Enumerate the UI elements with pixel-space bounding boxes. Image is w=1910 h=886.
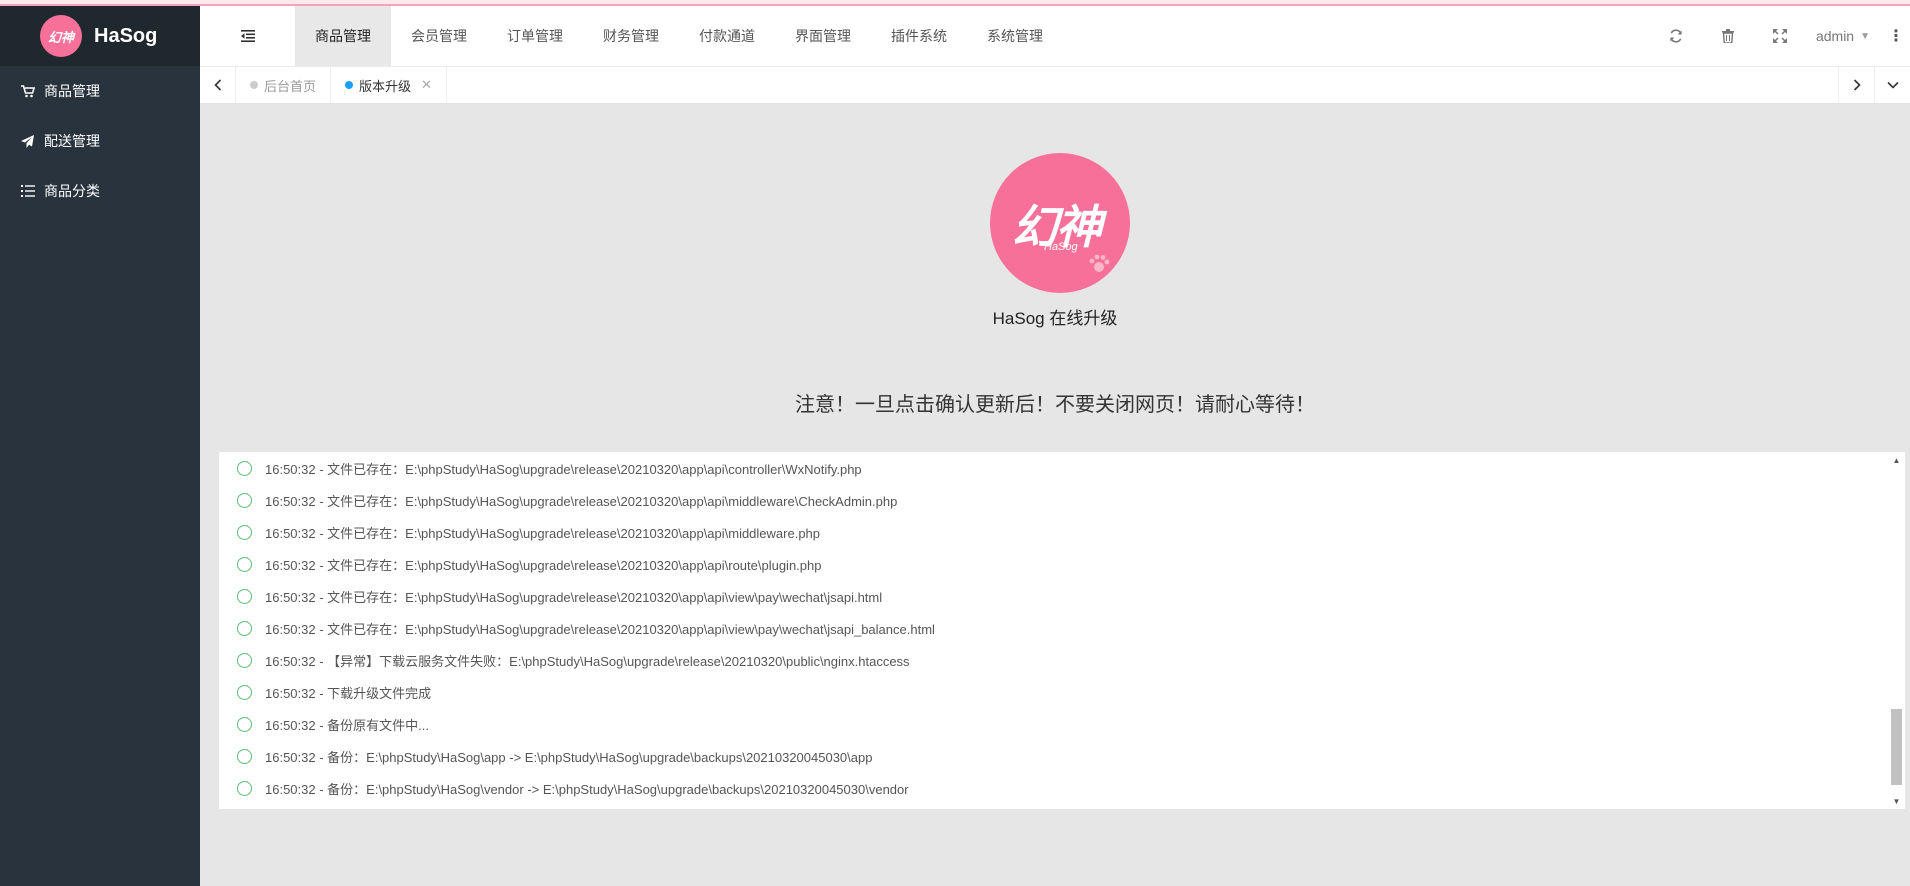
tab-label: 后台首页: [264, 78, 317, 94]
log-text: 16:50:32 - 文件已存在：E:\phpStudy\HaSog\upgra…: [265, 621, 935, 637]
trash-icon[interactable]: [1702, 6, 1754, 66]
log-text: 16:50:32 - 文件已存在：E:\phpStudy\HaSog\upgra…: [265, 525, 821, 541]
list-icon: [20, 185, 36, 197]
log-item: 16:50:32 - 文件已存在：E:\phpStudy\HaSog\upgra…: [219, 452, 1879, 484]
fullscreen-icon[interactable]: [1754, 6, 1806, 66]
nav-item-plugins[interactable]: 插件系统: [871, 6, 967, 66]
log-item: 16:50:32 - 文件已存在：E:\phpStudy\HaSog\upgra…: [219, 612, 1879, 644]
nav-item-interface[interactable]: 界面管理: [775, 6, 871, 66]
page-title: HaSog 在线升级: [992, 309, 1118, 328]
timeline-circle-icon: [237, 492, 252, 508]
sidebar-item-label: 商品管理: [44, 83, 100, 99]
refresh-icon[interactable]: [1650, 6, 1702, 66]
tab-bar-right: [1838, 67, 1910, 103]
log-item: 16:50:32 - 【异常】下载云服务文件失败：E:\phpStudy\HaS…: [219, 644, 1879, 676]
timeline-circle-icon: [237, 652, 252, 668]
sidebar-item-label: 配送管理: [44, 133, 100, 149]
log-item: 16:50:32 - 备份：E:\phpStudy\HaSog\app -> E…: [219, 740, 1879, 772]
tab-dot: [250, 81, 258, 89]
nav-item-orders[interactable]: 订单管理: [487, 6, 583, 66]
log-text: 16:50:32 - 下载升级文件完成: [265, 685, 432, 701]
tabs-menu-chevron-down-icon[interactable]: [1874, 67, 1910, 103]
upgrade-log-panel[interactable]: 16:50:32 - 文件已存在：E:\phpStudy\HaSog\upgra…: [219, 452, 1905, 809]
nav-item-payment[interactable]: 付款通道: [679, 6, 775, 66]
scroll-down-arrow-icon[interactable]: ▼: [1888, 793, 1905, 809]
sidebar-toggle-icon[interactable]: [200, 6, 295, 66]
nav-item-system[interactable]: 系统管理: [967, 6, 1063, 66]
log-item: 16:50:32 - 备份原有文件中...: [219, 708, 1879, 740]
timeline-circle-icon: [237, 524, 252, 540]
tab-upgrade[interactable]: 版本升级 ✕: [331, 67, 447, 103]
log-text: 16:50:32 - 文件已存在：E:\phpStudy\HaSog\upgra…: [265, 493, 898, 509]
log-item: 16:50:32 - 备份：E:\phpStudy\HaSog\vendor -…: [219, 772, 1879, 804]
brand[interactable]: 幻神 HaSog: [0, 6, 200, 66]
paper-plane-icon: [20, 134, 36, 148]
log-item: 16:50:32 - 文件已存在：E:\phpStudy\HaSog\upgra…: [219, 484, 1879, 516]
timeline-circle-icon: [237, 684, 252, 700]
timeline-circle-icon: [237, 460, 252, 476]
brand-logo: 幻神: [40, 15, 82, 57]
top-header: 商品管理 会员管理 订单管理 财务管理 付款通道 界面管理 插件系统 系统管理 …: [200, 6, 1910, 67]
nav-item-members[interactable]: 会员管理: [391, 6, 487, 66]
sidebar-item-products[interactable]: 商品管理: [0, 66, 200, 116]
nav-item-finance[interactable]: 财务管理: [583, 6, 679, 66]
log-text: 16:50:32 - 备份原有文件中...: [265, 717, 429, 733]
scrollbar-thumb[interactable]: [1891, 709, 1902, 785]
log-text: 16:50:32 - 备份：E:\phpStudy\HaSog\vendor -…: [265, 781, 909, 797]
log-scrollbar[interactable]: ▲ ▼: [1888, 452, 1905, 809]
log-text: 16:50:32 - 文件已存在：E:\phpStudy\HaSog\upgra…: [265, 461, 862, 477]
sidebar: 幻神 HaSog 商品管理 配送管理 商品分类: [0, 6, 200, 886]
tab-dot: [345, 81, 354, 89]
brand-name: HaSog: [94, 24, 158, 47]
tabs-next-icon[interactable]: [1838, 67, 1874, 103]
sidebar-item-label: 商品分类: [44, 183, 100, 199]
upgrade-logo: 幻神 HaSog: [990, 153, 1130, 293]
timeline-circle-icon: [237, 588, 252, 604]
close-icon[interactable]: ✕: [421, 77, 432, 93]
user-menu[interactable]: admin ▼: [1806, 28, 1882, 44]
timeline-circle-icon: [237, 716, 252, 732]
nav-item-products[interactable]: 商品管理: [295, 6, 391, 66]
log-text: 16:50:32 - 文件已存在：E:\phpStudy\HaSog\upgra…: [265, 589, 883, 605]
main-content: 幻神 HaSog HaSog 在线升级 注意！一旦点击确认更新后！不要关闭网页！…: [200, 104, 1910, 886]
page-tab-bar: 后台首页 版本升级 ✕: [200, 67, 1910, 104]
sidebar-item-categories[interactable]: 商品分类: [0, 166, 200, 216]
timeline-circle-icon: [237, 780, 252, 796]
log-text: 16:50:32 - 【异常】下载云服务文件失败：E:\phpStudy\HaS…: [265, 653, 910, 669]
timeline-circle-icon: [237, 556, 252, 572]
tabs-prev-icon[interactable]: [200, 67, 236, 103]
cart-icon: [20, 84, 36, 98]
log-item: 16:50:32 - 文件已存在：E:\phpStudy\HaSog\upgra…: [219, 548, 1879, 580]
caret-down-icon: ▼: [1860, 30, 1870, 42]
logo-subtext: HaSog: [1044, 241, 1078, 253]
warning-notice: 注意！一旦点击确认更新后！不要关闭网页！请耐心等待！: [795, 394, 1315, 416]
more-vertical-icon[interactable]: ⋮: [1882, 6, 1910, 66]
username: admin: [1815, 28, 1855, 44]
tab-home[interactable]: 后台首页: [236, 67, 332, 103]
tab-label: 版本升级: [359, 78, 412, 94]
log-text: 16:50:32 - 文件已存在：E:\phpStudy\HaSog\upgra…: [265, 557, 822, 573]
log-text: 16:50:32 - 备份：E:\phpStudy\HaSog\app -> E…: [265, 749, 873, 765]
log-item: 16:50:32 - 文件已存在：E:\phpStudy\HaSog\upgra…: [219, 516, 1879, 548]
paw-icon: [1089, 254, 1110, 272]
log-item: 16:50:32 - 文件已存在：E:\phpStudy\HaSog\upgra…: [219, 580, 1879, 612]
timeline-circle-icon: [237, 748, 252, 764]
header-right-tools: admin ▼ ⋮: [1650, 6, 1910, 66]
scroll-up-arrow-icon[interactable]: ▲: [1888, 452, 1905, 468]
log-item: 16:50:32 - 下载升级文件完成: [219, 676, 1879, 708]
sidebar-item-delivery[interactable]: 配送管理: [0, 116, 200, 166]
timeline-circle-icon: [237, 620, 252, 636]
